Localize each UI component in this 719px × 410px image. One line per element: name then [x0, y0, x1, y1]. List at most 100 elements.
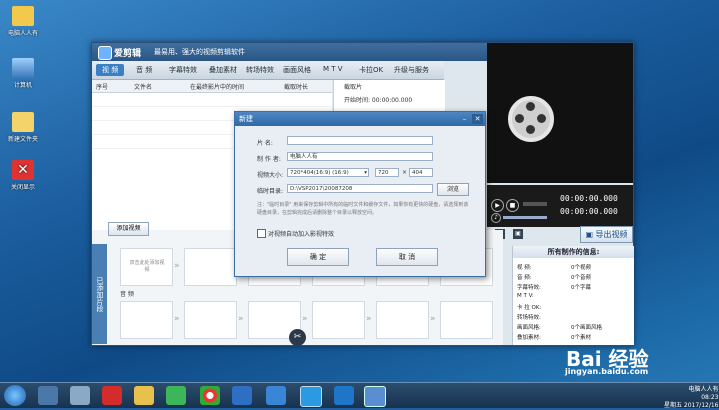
desktop-icon-close-display[interactable]: ✕ 关闭显示: [2, 160, 44, 191]
clip-start-time: 开始时间: 00:00:00.000: [344, 97, 413, 104]
arrow-icon: »: [366, 314, 372, 324]
taskbar-word-icon[interactable]: [232, 386, 252, 405]
auto-effects-checkbox[interactable]: [257, 229, 266, 238]
app-title: 爱剪辑: [114, 49, 142, 59]
clip-slot[interactable]: [376, 301, 429, 339]
taskbar-app2-icon[interactable]: [266, 386, 286, 405]
add-clip-slot[interactable]: 双击此处添加视频: [120, 248, 173, 286]
tab-karaoke[interactable]: 卡拉OK: [359, 65, 383, 75]
tray-time: 08:23: [701, 394, 719, 401]
chevron-down-icon: ▾: [364, 170, 367, 176]
info-value: 0个音频: [571, 275, 591, 281]
taskbar-explorer-icon[interactable]: [70, 386, 90, 405]
tab-upgrade[interactable]: 升级与服务: [394, 65, 429, 75]
system-tray-clock[interactable]: 电脑人人有 08:23 星期五 2017/12/16: [664, 386, 719, 410]
info-key: 转场特效:: [517, 315, 541, 321]
desktop-icon-computer[interactable]: 计算机: [2, 58, 44, 89]
new-project-dialog: 新建 – ✕ 片 名: 制 作 者: 电脑人人有 视频大小: 720*404(1…: [234, 111, 486, 277]
clip-slot[interactable]: [184, 301, 237, 339]
times-icon: ×: [402, 169, 408, 176]
taskbar-aijianji-icon[interactable]: [364, 386, 386, 407]
col-index: 序号: [96, 84, 109, 91]
app-logo-icon: [98, 46, 112, 60]
audio-track-label: 音 频: [120, 291, 134, 298]
temp-dir-input[interactable]: D:\VSP2017\20087208: [287, 184, 433, 193]
taskbar-desktop-icon[interactable]: [38, 386, 58, 405]
volume-slider[interactable]: [503, 216, 547, 219]
taskbar-folder-icon[interactable]: [134, 386, 154, 405]
arrow-icon: »: [302, 314, 308, 324]
taskbar: 电脑人人有 08:23 星期五 2017/12/16: [0, 382, 719, 410]
size-select[interactable]: 720*404(16:9) (16:9) ▾: [287, 168, 369, 177]
play-icon[interactable]: ▶: [491, 199, 504, 212]
col-filename: 文件名: [134, 84, 153, 91]
author-input[interactable]: 电脑人人有: [287, 152, 433, 161]
name-label: 片 名:: [257, 140, 273, 147]
height-input[interactable]: 404: [409, 168, 433, 177]
tab-video[interactable]: 视 频: [96, 64, 125, 76]
baidu-watermark-url: jingyan.baidu.com: [565, 367, 649, 376]
app-slogan: 最易用、强大的视频剪辑软件: [154, 48, 245, 56]
close-icon[interactable]: ✕: [472, 114, 483, 124]
table-row: [92, 106, 332, 107]
tab-transitions[interactable]: 转场特效: [246, 65, 274, 75]
progress-slider[interactable]: [523, 202, 547, 206]
stop-icon[interactable]: ■: [506, 199, 519, 212]
ie-icon[interactable]: [334, 386, 354, 405]
volume-icon[interactable]: ♪: [491, 213, 501, 223]
arrow-icon: »: [174, 314, 180, 324]
taskbar-media-icon[interactable]: [166, 386, 186, 405]
export-video-button[interactable]: ▣ 导出视频: [580, 226, 633, 243]
desktop-icon-folder[interactable]: 电脑人人有: [2, 6, 44, 37]
add-video-button[interactable]: 添加视频: [108, 222, 149, 236]
temp-dir-label: 临时目录:: [257, 188, 284, 195]
playback-controls: ▶ ■ ♪ 00:00:00.000 00:00:00.000: [487, 185, 633, 227]
info-value: 0个字幕: [571, 285, 591, 291]
browse-button[interactable]: 浏览: [437, 183, 469, 196]
tab-overlay[interactable]: 叠加素材: [209, 65, 237, 75]
ok-button[interactable]: 确 定: [287, 248, 349, 266]
clip-slot[interactable]: [312, 301, 365, 339]
info-key: 字幕特效:: [517, 285, 541, 291]
dialog-title: 新建: [235, 112, 485, 126]
width-input[interactable]: 720: [375, 168, 399, 177]
tab-picture-style[interactable]: 画面风格: [283, 65, 311, 75]
info-key: 视 频:: [517, 265, 532, 271]
project-info-panel: 所有制作的信息: 视 频: 0个视频 音 频: 0个音频 字幕特效: 0个字幕 M T…: [512, 246, 634, 345]
size-label: 视频大小:: [257, 172, 284, 179]
clip-slot[interactable]: [440, 301, 493, 339]
tray-date: 星期五 2017/12/16: [664, 402, 719, 409]
clip-slot[interactable]: [120, 301, 173, 339]
info-value: 0个素材: [571, 335, 591, 341]
clip-slot[interactable]: [184, 248, 237, 286]
total-time: 00:00:00.000: [560, 207, 618, 216]
film-reel-icon: [508, 96, 554, 142]
scissors-icon[interactable]: ✂: [289, 329, 306, 346]
fullscreen-icon[interactable]: ▣: [513, 229, 523, 239]
info-key: 音 频:: [517, 275, 532, 281]
folder-icon: [12, 6, 34, 26]
arrow-icon: »: [174, 261, 180, 271]
cancel-button[interactable]: 取 消: [376, 248, 438, 266]
added-clips-tab[interactable]: 已添加片段: [92, 244, 107, 344]
chrome-icon[interactable]: [200, 386, 220, 405]
minimize-icon[interactable]: –: [459, 114, 470, 124]
clip-settings-title: 截取片: [344, 84, 363, 91]
col-timeline: 在最终影片中的时间: [190, 84, 245, 91]
taskbar-app-icon[interactable]: [102, 386, 122, 405]
tab-audio[interactable]: 音 频: [136, 65, 152, 75]
info-key: 卡 拉 OK:: [517, 305, 542, 311]
close-display-icon: ✕: [12, 160, 34, 180]
desktop-icon-new-folder[interactable]: 新建文件夹: [2, 112, 44, 143]
project-info-title: 所有制作的信息:: [513, 246, 634, 258]
main-menu: 视 频 音 频 字幕特效 叠加素材 转场特效 画面风格 M T V 卡拉OK 升…: [92, 61, 444, 80]
start-button[interactable]: [4, 385, 26, 406]
taskbar-sogou-icon[interactable]: [300, 386, 322, 407]
info-key: 叠加素材:: [517, 335, 541, 341]
tray-user: 电脑人人有: [688, 386, 719, 393]
name-input[interactable]: [287, 136, 433, 145]
author-label: 制 作 者:: [257, 156, 281, 163]
tab-subtitle-effects[interactable]: 字幕特效: [169, 65, 197, 75]
clip-table-header: 序号 文件名 在最终影片中的时间 截取时长: [92, 80, 332, 93]
tab-mtv[interactable]: M T V: [323, 65, 343, 73]
